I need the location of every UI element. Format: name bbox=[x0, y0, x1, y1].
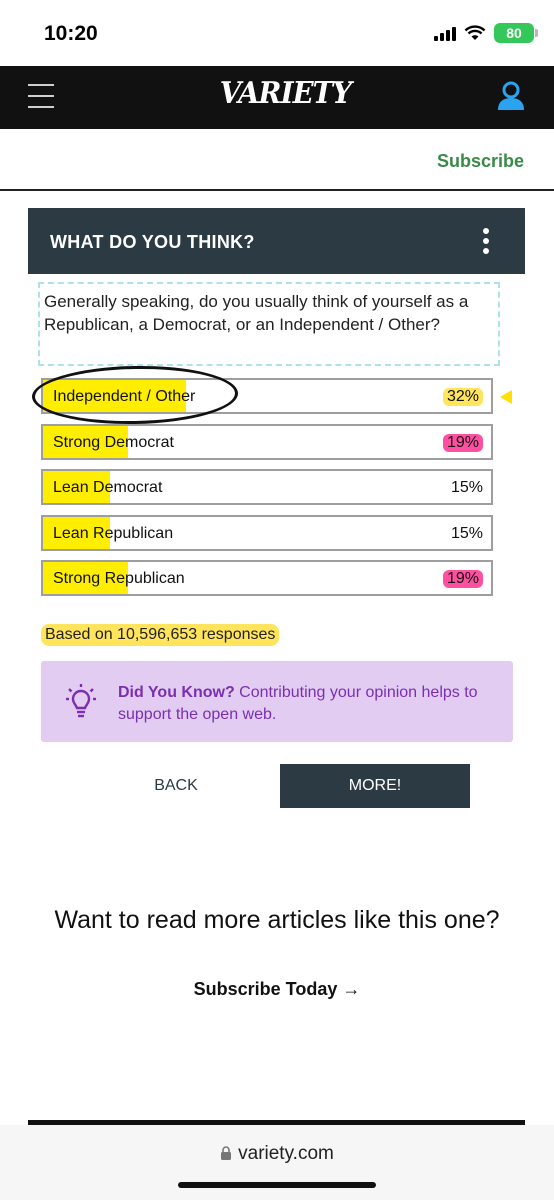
url-display[interactable]: variety.com bbox=[0, 1143, 554, 1165]
poll-response-count: Based on 10,596,653 responses bbox=[41, 624, 280, 646]
poll-option-percent: 19% bbox=[442, 434, 483, 452]
poll-option-percent: 19% bbox=[442, 570, 483, 588]
home-indicator[interactable] bbox=[178, 1182, 376, 1188]
pointer-arrow-annotation bbox=[500, 390, 512, 404]
more-options-icon[interactable] bbox=[483, 228, 489, 254]
poll-option-label: Lean Republican bbox=[53, 525, 174, 542]
subscribe-link[interactable]: Subscribe bbox=[437, 151, 524, 172]
poll-question-box: Generally speaking, do you usually think… bbox=[38, 282, 500, 366]
subscribe-bar: Subscribe bbox=[0, 129, 554, 191]
subscribe-today-label: Subscribe Today bbox=[193, 979, 338, 999]
signal-icon bbox=[434, 25, 456, 41]
site-header: VARIETY bbox=[0, 66, 554, 129]
poll-option-percent: 15% bbox=[450, 479, 483, 496]
poll-header: WHAT DO YOU THINK? bbox=[28, 208, 525, 274]
subscribe-today-link[interactable]: Subscribe Today → bbox=[0, 979, 554, 1000]
status-icons: 80 bbox=[434, 23, 538, 43]
poll-title: WHAT DO YOU THINK? bbox=[50, 232, 255, 252]
arrow-right-icon: → bbox=[342, 979, 361, 999]
promo-heading: Want to read more articles like this one… bbox=[54, 906, 500, 934]
browser-address-bar[interactable]: variety.com bbox=[0, 1125, 554, 1200]
lock-icon bbox=[221, 1146, 232, 1160]
status-bar: 10:20 80 bbox=[0, 0, 554, 66]
poll-option-label: Strong Democrat bbox=[53, 434, 174, 451]
poll-option-label: Lean Democrat bbox=[53, 479, 163, 496]
url-text: variety.com bbox=[238, 1143, 334, 1164]
poll-option-label: Strong Republican bbox=[53, 570, 185, 587]
user-account-icon[interactable] bbox=[496, 80, 526, 112]
poll-question: Generally speaking, do you usually think… bbox=[44, 292, 469, 334]
hand-drawn-circle-annotation bbox=[31, 364, 239, 426]
variety-logo[interactable]: VARIETY bbox=[220, 76, 352, 111]
did-you-know-heading: Did You Know? bbox=[118, 684, 235, 701]
wifi-icon bbox=[464, 25, 486, 40]
poll-option-percent: 15% bbox=[450, 525, 483, 542]
poll-option-percent: 32% bbox=[442, 388, 483, 406]
poll-option[interactable]: Strong Democrat 19% bbox=[41, 424, 493, 460]
did-you-know-box: Did You Know? Contributing your opinion … bbox=[41, 661, 513, 742]
status-time: 10:20 bbox=[44, 22, 98, 45]
poll-option[interactable]: Strong Republican 19% bbox=[41, 560, 493, 596]
battery-icon: 80 bbox=[494, 23, 538, 43]
hamburger-menu-icon[interactable] bbox=[28, 84, 54, 108]
poll-option[interactable]: Lean Democrat 15% bbox=[41, 469, 493, 505]
more-button[interactable]: MORE! bbox=[280, 764, 470, 808]
lightbulb-icon bbox=[66, 684, 96, 718]
poll-option[interactable]: Lean Republican 15% bbox=[41, 515, 493, 551]
back-button[interactable]: BACK bbox=[128, 764, 224, 808]
did-you-know-text: Did You Know? Contributing your opinion … bbox=[118, 682, 503, 726]
